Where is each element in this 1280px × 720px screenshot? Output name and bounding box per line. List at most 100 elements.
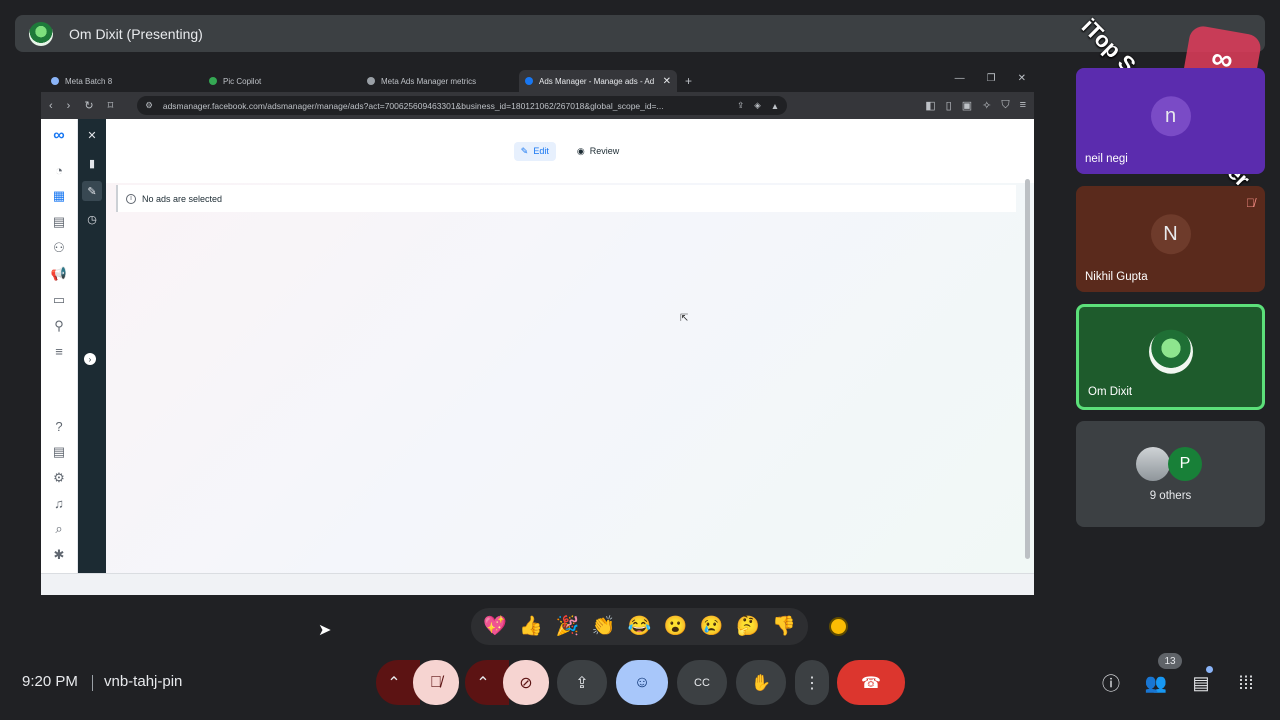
reaction-thinking[interactable]: 🤔 (736, 617, 760, 636)
history-icon[interactable]: ◷ (82, 209, 102, 229)
camera-toggle-button[interactable]: ⊘ (503, 660, 549, 705)
back-icon[interactable]: ‹ (49, 100, 53, 112)
meeting-info-button[interactable]: ⓘ (1099, 671, 1123, 695)
sidebar-icon[interactable]: ▯ (946, 99, 952, 112)
tab-label: Meta Batch 8 (65, 76, 113, 86)
vpn-icon[interactable]: ⛉ (1001, 99, 1009, 112)
chevron-up-icon: ⌃ (387, 674, 401, 692)
bug-report-icon[interactable]: ✱ (51, 547, 67, 563)
extension-icon[interactable]: ◧ (925, 99, 935, 112)
expand-panel-icon[interactable]: › (84, 353, 96, 365)
apps-grid-icon: ⁞⁞⁞ (1238, 672, 1254, 693)
reaction-heart[interactable]: 💖 (483, 617, 507, 636)
close-tab-icon[interactable]: ✕ (663, 76, 671, 87)
skin-tone-picker[interactable] (829, 617, 848, 636)
ads-megaphone-icon[interactable]: 📢 (51, 266, 67, 282)
billing-card-icon[interactable]: ▭ (51, 292, 67, 308)
bookmark-icon[interactable]: ⌑ (108, 99, 114, 112)
mic-off-icon: 🎙̸ (430, 673, 442, 691)
edit-pencil-icon[interactable]: ✎ (82, 181, 102, 201)
browser-tab[interactable]: Pic Copilot (203, 70, 361, 92)
participant-name: Om Dixit (1088, 386, 1133, 398)
review-button[interactable]: ◉ Review (570, 142, 626, 161)
maximize-icon[interactable]: ❐ (987, 73, 996, 84)
participant-tile[interactable]: n neil negi (1076, 68, 1265, 174)
forward-icon[interactable]: › (67, 100, 71, 112)
address-bar[interactable]: ⚙ adsmanager.facebook.com/adsmanager/man… (137, 96, 788, 115)
dashboard-icon[interactable]: ◔ (51, 163, 67, 178)
people-icon: 👥 (1144, 672, 1168, 693)
captions-button[interactable]: CC (677, 660, 727, 705)
people-button[interactable]: 👥 (1144, 671, 1168, 695)
reaction-laugh[interactable]: 😂 (628, 617, 652, 636)
url-text: adsmanager.facebook.com/adsmanager/manag… (162, 100, 664, 111)
browser-tab[interactable]: Meta Batch 8 (45, 70, 203, 92)
reaction-party[interactable]: 🎉 (555, 617, 579, 636)
others-tile[interactable]: P 9 others (1076, 421, 1265, 527)
present-screen-button[interactable]: ⇪ (557, 660, 607, 705)
chat-button[interactable]: ▤ (1189, 671, 1213, 695)
participant-tile[interactable]: 🎙̸ N Nikhil Gupta (1076, 186, 1265, 292)
present-screen-icon: ⇪ (575, 674, 589, 692)
new-tab-icon[interactable]: + (685, 74, 692, 88)
participant-tile-active-speaker[interactable]: Om Dixit (1076, 304, 1265, 410)
review-label: Review (589, 146, 620, 156)
reaction-thumbs-up[interactable]: 👍 (519, 617, 543, 636)
reaction-clap[interactable]: 👏 (592, 617, 616, 636)
events-manager-icon[interactable]: ⚲ (51, 318, 67, 334)
brave-shield-icon[interactable]: ◈ (754, 100, 761, 111)
mic-toggle-button[interactable]: 🎙̸ (413, 660, 459, 705)
catalog-icon[interactable]: ▤ (51, 214, 67, 230)
meeting-code: vnb-tahj-pin (91, 673, 183, 691)
charts-icon[interactable]: ▮ (82, 153, 102, 173)
site-info-icon[interactable]: ⚙ (145, 100, 153, 111)
tab-favicon-icon (51, 77, 59, 85)
leo-icon[interactable]: ✧ (982, 99, 991, 112)
leave-call-button[interactable]: ☎ (837, 660, 905, 705)
close-window-icon[interactable]: ✕ (1018, 73, 1026, 84)
presenter-avatar (29, 21, 53, 46)
participant-name: Nikhil Gupta (1085, 271, 1148, 283)
notifications-list-icon[interactable]: ▤ (51, 444, 67, 460)
share-icon[interactable]: ⇪ (737, 100, 744, 111)
activities-button[interactable]: ⁞⁞⁞ (1234, 671, 1258, 695)
edit-button[interactable]: ✎ Edit (513, 141, 556, 161)
panel-scrollbar[interactable] (1025, 179, 1030, 559)
audiences-icon[interactable]: ⚇ (51, 240, 67, 256)
editor-panel: ✎ Edit ◉ Review i No ads are selected ⇱ (106, 119, 1034, 573)
help-icon[interactable]: ? (51, 419, 67, 434)
browser-tab-active[interactable]: Ads Manager - Manage ads - Ad ✕ (519, 70, 677, 92)
minimize-icon[interactable]: — (955, 73, 965, 84)
captions-icon: CC (694, 676, 710, 689)
toolbar-extensions: ◧ ▯ ▣ ✧ ⛉ ≡ (925, 99, 1026, 112)
page-footer (41, 573, 1034, 595)
menu-icon[interactable]: ≡ (1020, 99, 1026, 112)
campaigns-table-icon[interactable]: ▦ (51, 188, 67, 204)
reaction-sad[interactable]: 😢 (700, 617, 724, 636)
reaction-surprised[interactable]: 😮 (664, 617, 688, 636)
end-call-icon: ☎ (861, 674, 881, 692)
close-editor-icon[interactable]: ✕ (82, 125, 102, 145)
wallet-icon[interactable]: ▣ (962, 99, 972, 112)
all-tools-icon[interactable]: ≡ (51, 344, 67, 359)
reaction-thumbs-down[interactable]: 👎 (772, 617, 796, 636)
more-options-button[interactable]: ⋮ (795, 660, 829, 705)
chevron-up-icon: ⌃ (476, 674, 490, 692)
reactions-button[interactable]: ☺ (616, 660, 668, 705)
meeting-clock: 9:20 PM (22, 673, 78, 690)
raise-hand-button[interactable]: ✋ (736, 660, 786, 705)
window-controls: — ❐ ✕ (955, 73, 1026, 84)
search-icon[interactable]: ⌕ (51, 521, 67, 537)
reload-icon[interactable]: ↻ (84, 99, 93, 112)
tab-label: Pic Copilot (223, 76, 262, 86)
shared-cursor-icon: ⇱ (680, 313, 689, 324)
mic-off-icon: 🎙̸ (1246, 196, 1255, 210)
reactions-bar: 💖 👍 🎉 👏 😂 😮 😢 🤔 👎 (471, 608, 808, 645)
rewards-icon[interactable]: ▲ (771, 101, 779, 111)
settings-icon[interactable]: ⚙ (51, 470, 67, 486)
eye-icon: ◉ (576, 145, 585, 156)
meta-logo-icon[interactable]: ∞ (53, 127, 64, 145)
others-avatars: P (1136, 447, 1202, 481)
browser-tab[interactable]: Meta Ads Manager metrics (361, 70, 519, 92)
bell-icon[interactable]: ♫ (51, 496, 67, 511)
